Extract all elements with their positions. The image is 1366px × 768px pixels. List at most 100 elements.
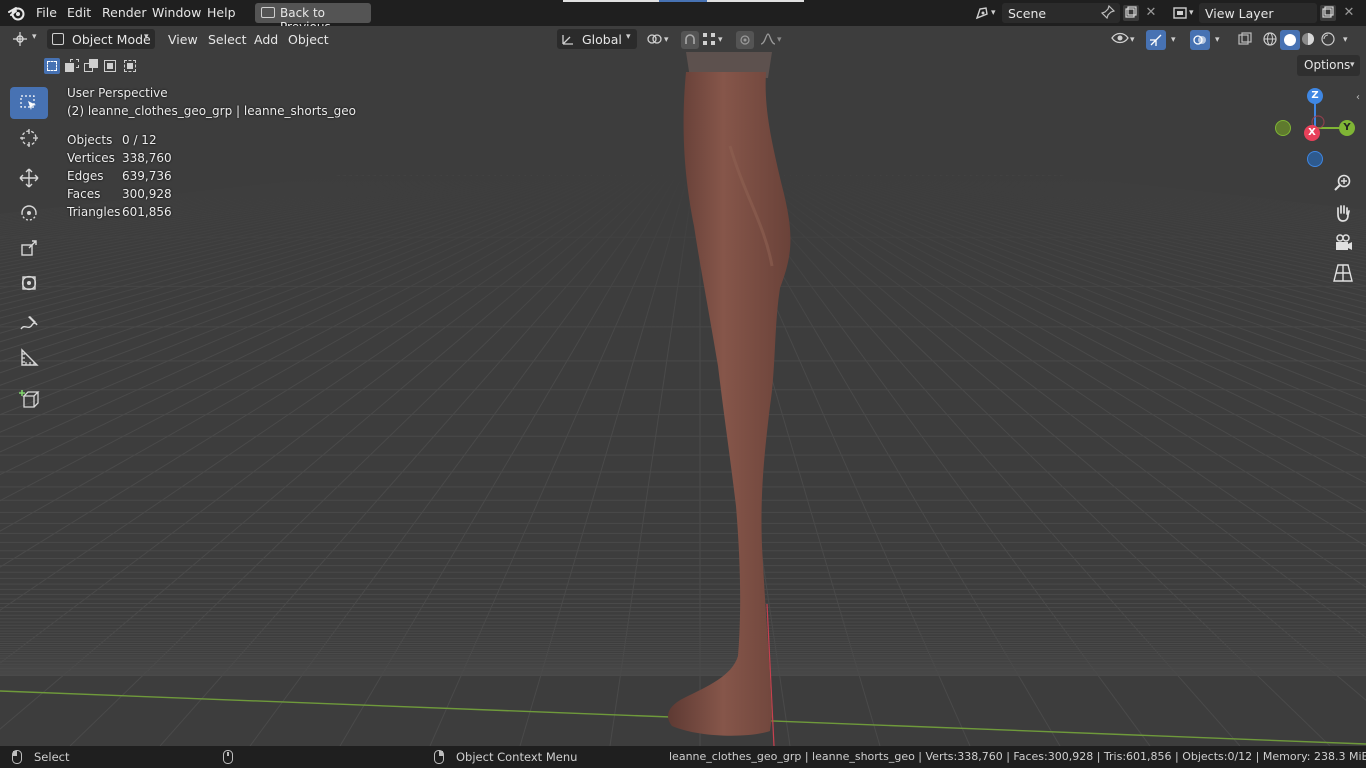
stat-label: Faces (67, 187, 101, 201)
pivot-caret[interactable]: ▾ (664, 35, 669, 45)
snap-target-icon[interactable] (701, 32, 717, 48)
active-workspace-indicator (659, 0, 707, 2)
visibility-caret[interactable]: ▾ (1130, 35, 1135, 45)
overlays-caret[interactable]: ▾ (1215, 35, 1220, 45)
snap-toggle-icon[interactable] (681, 31, 699, 49)
add-cube-tool[interactable] (10, 382, 48, 414)
perspective-grid-icon (1333, 264, 1353, 282)
select-intersect-icon[interactable] (122, 58, 138, 74)
rendered-shading-icon[interactable] (1320, 32, 1336, 48)
pin-icon[interactable] (1100, 4, 1116, 21)
pan-hand-icon (1337, 205, 1350, 222)
options-label: Options (1304, 58, 1351, 72)
stat-row-faces: Faces 300,928 (67, 187, 187, 205)
viewport-header: ▾ Object Mode ▾ View Select Add Object G… (0, 26, 1366, 52)
gizmo-z-axis[interactable]: Z (1307, 88, 1323, 104)
zoom-view-button[interactable] (1331, 171, 1355, 195)
rotate-icon (21, 205, 37, 221)
camera-view-button[interactable] (1331, 231, 1355, 255)
delete-view-layer-icon[interactable]: ✕ (1341, 5, 1357, 21)
mouse-right-icon (434, 750, 444, 764)
status-bar: Select Object Context Menu leanne_clothe… (0, 746, 1366, 768)
scene-icon[interactable] (974, 5, 990, 21)
view-layer-name: View Layer (1205, 6, 1274, 21)
selection-mode-group (44, 56, 140, 76)
3d-viewport[interactable]: ▾ Object Mode ▾ View Select Add Object G… (0, 26, 1366, 746)
view-layer-icon[interactable] (1172, 5, 1188, 21)
back-screen-icon (261, 7, 275, 18)
scene-name: Scene (1008, 6, 1047, 21)
editor-type-icon (13, 32, 27, 46)
solid-shading-icon[interactable] (1280, 30, 1300, 50)
menu-window[interactable]: Window (152, 5, 201, 20)
visibility-eye-icon[interactable] (1111, 31, 1129, 47)
stat-label: Vertices (67, 151, 115, 165)
scene-dropdown-caret[interactable]: ▾ (991, 8, 996, 18)
annotate-pencil-icon (20, 316, 38, 330)
falloff-icon[interactable] (760, 32, 776, 48)
pivot-point-icon[interactable] (646, 32, 662, 48)
transform-tool[interactable] (10, 267, 48, 299)
rotate-tool[interactable] (10, 197, 48, 229)
move-arrows-icon (19, 168, 39, 188)
select-box-icon (20, 95, 36, 110)
xray-toggle-icon[interactable] (1237, 32, 1253, 48)
stat-row-objects: Objects 0 / 12 (67, 133, 187, 151)
falloff-caret[interactable]: ▾ (777, 35, 782, 45)
measure-tool[interactable] (10, 342, 48, 374)
new-view-layer-icon[interactable] (1320, 5, 1336, 21)
annotate-tool[interactable] (10, 307, 48, 339)
status-scene-info: leanne_clothes_geo_grp | leanne_shorts_g… (669, 750, 1366, 763)
proportional-edit-icon[interactable] (736, 31, 754, 49)
transform-orientation-label: Global (582, 32, 622, 47)
select-box-tool[interactable] (10, 87, 48, 119)
gizmo-y-axis[interactable]: Y (1339, 120, 1355, 136)
gizmo-caret[interactable]: ▾ (1171, 35, 1176, 45)
move-tool[interactable] (10, 162, 48, 194)
back-to-previous-button[interactable]: Back to Previous (255, 3, 371, 34)
navigation-gizmo[interactable]: Z Y X (1268, 86, 1364, 178)
perspective-toggle-button[interactable] (1331, 261, 1355, 285)
workspace-tabs-strip[interactable] (563, 0, 804, 2)
material-preview-shading-icon[interactable] (1300, 32, 1316, 48)
menu-help[interactable]: Help (207, 5, 236, 20)
delete-scene-icon[interactable]: ✕ (1143, 5, 1159, 21)
menu-file[interactable]: File (36, 5, 57, 20)
menu-edit[interactable]: Edit (67, 5, 91, 20)
orientation-caret: ▾ (626, 32, 631, 42)
select-invert-icon[interactable] (102, 58, 118, 74)
status-left-action: Select (34, 750, 70, 764)
menu-render[interactable]: Render (102, 5, 147, 20)
stat-value: 0 / 12 (122, 133, 157, 147)
object-mode-dropdown[interactable]: Object Mode ▾ (47, 29, 155, 49)
options-dropdown[interactable]: Options ▾ (1297, 55, 1360, 76)
cursor-3d-icon (20, 129, 38, 147)
select-subtract-icon[interactable] (83, 58, 99, 74)
new-scene-icon[interactable] (1123, 5, 1139, 21)
shading-caret[interactable]: ▾ (1343, 35, 1348, 45)
status-middle-action: Object Context Menu (456, 750, 578, 764)
cursor-tool[interactable] (10, 122, 48, 154)
gizmo-x-axis[interactable]: X (1304, 125, 1320, 141)
editor-type-button[interactable]: ▾ (8, 29, 42, 49)
select-new-icon[interactable] (44, 58, 60, 74)
view-layer-name-field[interactable]: View Layer (1199, 3, 1317, 23)
stat-value: 601,856 (122, 205, 172, 219)
editor-type-caret: ▾ (32, 32, 37, 42)
wireframe-shading-icon[interactable] (1262, 32, 1278, 48)
view-layer-dropdown-caret[interactable]: ▾ (1189, 8, 1194, 18)
select-extend-icon[interactable] (64, 58, 80, 74)
stat-value: 639,736 (122, 169, 172, 183)
view-name: User Perspective (67, 86, 168, 100)
blender-logo-icon[interactable] (8, 5, 26, 21)
stat-row-vertices: Vertices 338,760 (67, 151, 187, 169)
stat-row-edges: Edges 639,736 (67, 169, 187, 187)
snap-caret[interactable]: ▾ (718, 35, 723, 45)
overlays-toggle-icon[interactable] (1190, 30, 1210, 50)
gizmo-toggle-icon[interactable] (1146, 30, 1166, 50)
add-cube-icon (19, 390, 40, 408)
tool-shelf (7, 83, 51, 423)
pan-view-button[interactable] (1331, 201, 1355, 225)
scale-tool[interactable] (10, 232, 48, 264)
transform-orientation-dropdown[interactable]: Global ▾ (557, 29, 637, 49)
